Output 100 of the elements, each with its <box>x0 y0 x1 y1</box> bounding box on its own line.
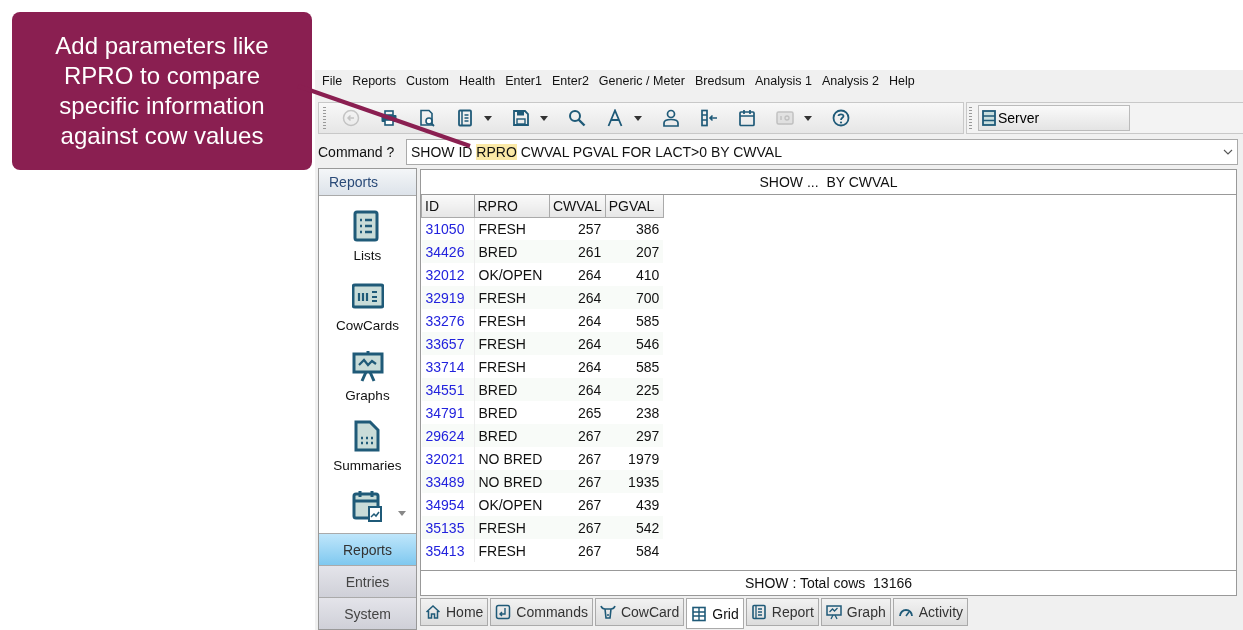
table-cell: 267 <box>549 539 606 562</box>
tab[interactable]: Grid <box>686 598 744 629</box>
tab[interactable]: Activity <box>892 598 969 626</box>
table-cell: BRED <box>474 240 550 263</box>
home-icon <box>425 604 441 620</box>
chevron-down-icon <box>1223 149 1233 155</box>
calendar-report-icon <box>351 490 384 522</box>
menu-item[interactable]: Enter2 <box>547 74 594 88</box>
table-cell: OK/OPEN <box>474 263 550 286</box>
id-link[interactable]: 35413 <box>421 539 474 562</box>
nav-button[interactable]: Entries <box>319 565 416 597</box>
table-cell: BRED <box>474 424 550 447</box>
nav-button[interactable]: Reports <box>319 533 416 565</box>
id-link[interactable]: 33657 <box>421 332 474 355</box>
table-cell: 410 <box>605 263 664 286</box>
table-cell: FRESH <box>474 539 550 562</box>
letter-a-icon <box>606 109 624 127</box>
table-cell: 386 <box>605 217 664 240</box>
menu-item[interactable]: Help <box>884 74 920 88</box>
grid-icon <box>691 605 708 622</box>
sidebar-header[interactable]: Reports <box>319 169 416 196</box>
table-cell: 238 <box>605 401 664 424</box>
calendar-icon <box>738 109 756 127</box>
column-header[interactable]: RPRO <box>474 195 550 217</box>
column-arrow-icon <box>700 109 718 127</box>
menu-item[interactable]: Analysis 1 <box>750 74 817 88</box>
toolbar-grip[interactable] <box>323 107 326 129</box>
table-cell: 264 <box>549 332 606 355</box>
tab[interactable]: Report <box>745 598 819 626</box>
tab[interactable]: CowCard <box>594 598 685 626</box>
table-cell: FRESH <box>474 516 550 539</box>
tab[interactable]: Home <box>420 598 489 626</box>
table-cell: OK/OPEN <box>474 493 550 516</box>
command-text: SHOW ID RPRO CWVAL PGVAL FOR LACT>0 BY CWVAL <box>411 144 782 160</box>
sidebar-item[interactable]: CowCards <box>336 280 399 340</box>
id-link[interactable]: 35135 <box>421 516 474 539</box>
chart-easel-icon <box>825 604 842 620</box>
column-header[interactable]: PGVAL <box>605 195 664 217</box>
menu-item[interactable]: Custom <box>400 74 454 88</box>
table-cell: FRESH <box>474 332 550 355</box>
column-header[interactable]: CWVAL <box>549 195 606 217</box>
table-cell: FRESH <box>474 286 550 309</box>
menu-item[interactable]: Reports <box>347 74 401 88</box>
tab[interactable]: Commands <box>490 598 593 626</box>
back-icon <box>342 109 360 127</box>
sidebar-item[interactable]: Graphs <box>345 350 390 410</box>
column-header[interactable]: ID <box>421 195 474 217</box>
sidebar-item[interactable]: Lists <box>351 210 384 270</box>
table-cell: NO BRED <box>474 447 550 470</box>
caret-icon <box>398 511 406 516</box>
nav-button[interactable]: System <box>319 597 416 629</box>
table-cell: 585 <box>605 355 664 378</box>
table-cell: 257 <box>549 217 606 240</box>
table-cell: 264 <box>549 355 606 378</box>
table-cell: 267 <box>549 447 606 470</box>
toolbar-grip[interactable] <box>969 107 972 129</box>
table-cell: FRESH <box>474 309 550 332</box>
id-link[interactable]: 29624 <box>421 424 474 447</box>
menu-item[interactable]: Enter1 <box>500 74 547 88</box>
help-icon <box>832 109 850 127</box>
callout-text: Add parameters like RPRO to compare specific information against cow values <box>54 31 270 151</box>
table-cell: 700 <box>605 286 664 309</box>
book-icon <box>456 109 474 127</box>
table-cell: 584 <box>605 539 664 562</box>
book-icon <box>750 604 767 620</box>
tab[interactable]: Graph <box>820 598 891 626</box>
caret-icon <box>634 115 642 121</box>
id-link[interactable]: 34426 <box>421 240 474 263</box>
document-search-icon <box>418 109 436 127</box>
menu-item[interactable]: File <box>317 74 348 88</box>
table-cell: 225 <box>605 378 664 401</box>
server-icon <box>982 110 996 126</box>
table-cell: FRESH <box>474 217 550 240</box>
table-cell: 264 <box>549 309 606 332</box>
table-cell: 267 <box>549 493 606 516</box>
menu-item[interactable]: Generic / Meter <box>593 74 690 88</box>
sidebar-item[interactable]: Summaries <box>333 420 402 480</box>
id-link[interactable]: 34551 <box>421 378 474 401</box>
id-link[interactable]: 33489 <box>421 470 474 493</box>
table-cell: 261 <box>549 240 606 263</box>
chart-easel-icon <box>351 350 384 382</box>
table-cell: 264 <box>549 263 606 286</box>
server-button[interactable]: Server <box>978 105 1130 131</box>
menu-item[interactable]: Bredsum <box>690 74 750 88</box>
caret-icon <box>540 115 548 121</box>
table-cell: 546 <box>605 332 664 355</box>
table-cell: 542 <box>605 516 664 539</box>
menu-item[interactable]: Health <box>454 74 501 88</box>
table-cell: 585 <box>605 309 664 332</box>
table-cell: NO BRED <box>474 470 550 493</box>
table-cell: 264 <box>549 378 606 401</box>
status-text: SHOW : Total cows 13166 <box>421 570 1236 595</box>
menu-item[interactable]: Analysis 2 <box>817 74 884 88</box>
table-cell: 264 <box>549 286 606 309</box>
table-cell: 1979 <box>605 447 664 470</box>
id-link[interactable]: 32919 <box>421 286 474 309</box>
table-cell: 265 <box>549 401 606 424</box>
caret-icon <box>484 115 492 121</box>
command-field[interactable]: SHOW ID RPRO CWVAL PGVAL FOR LACT>0 BY CWVAL <box>406 139 1238 165</box>
table-cell: 439 <box>605 493 664 516</box>
